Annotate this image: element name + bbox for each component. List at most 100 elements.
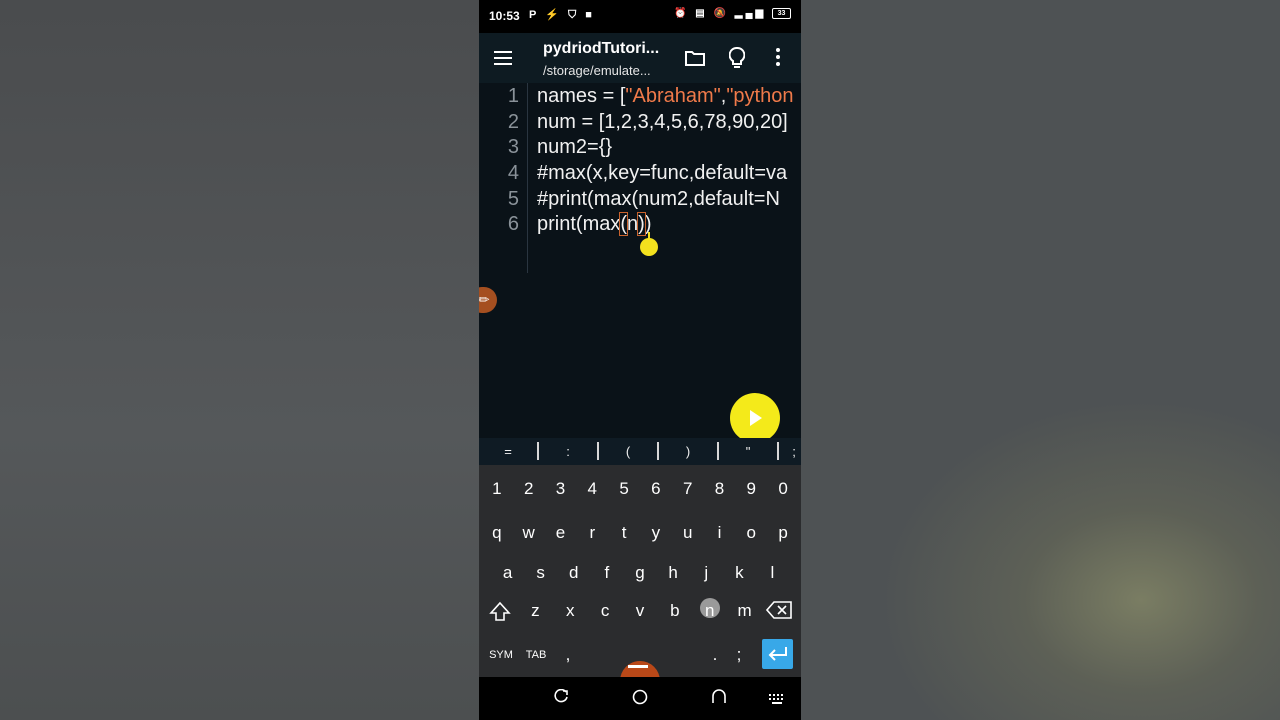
key-pressed[interactable]: n	[695, 598, 725, 628]
key[interactable]: f	[592, 563, 622, 583]
home-icon[interactable]	[632, 689, 648, 710]
symbol-key[interactable]: :	[539, 438, 597, 465]
semicolon-key[interactable]: ;	[727, 645, 751, 665]
status-time: 10:53	[489, 9, 520, 23]
matched-bracket: )	[637, 212, 646, 236]
keyboard-row-middle: a s d f g h j k l	[479, 563, 801, 583]
code-line-1[interactable]: names = ["Abraham","python	[537, 85, 793, 108]
key[interactable]: h	[658, 563, 688, 583]
app-bar: pydriodTutori... /storage/emulate...	[479, 33, 801, 83]
file-title: pydriodTutori...	[543, 40, 660, 57]
gutter-divider	[527, 83, 528, 273]
recent-apps-icon[interactable]	[553, 688, 569, 710]
key[interactable]: p	[768, 523, 798, 543]
pencil-icon: ✎	[479, 290, 494, 309]
code-line-6[interactable]: print(max(n))	[537, 212, 652, 236]
background-left	[0, 0, 479, 720]
background-right	[801, 0, 1280, 720]
code-text: names = [	[537, 85, 626, 107]
line-number: 2	[507, 111, 519, 133]
line-number: 6	[507, 213, 519, 235]
string-literal: "Abraham"	[625, 85, 721, 107]
comma-key[interactable]: ,	[553, 645, 583, 665]
key[interactable]: 2	[514, 479, 544, 499]
symbol-bar: = : ( ) " ;	[479, 438, 801, 465]
mute-icon: 🔕	[713, 8, 729, 20]
key[interactable]: s	[526, 563, 556, 583]
edit-pencil-tab[interactable]: ✎	[479, 287, 497, 313]
key[interactable]: v	[625, 601, 655, 628]
folder-icon[interactable]	[685, 50, 705, 71]
key[interactable]: 3	[545, 479, 575, 499]
key[interactable]: 6	[641, 479, 671, 499]
run-button[interactable]	[730, 393, 780, 443]
key[interactable]: g	[625, 563, 655, 583]
key[interactable]: z	[520, 601, 550, 628]
line-number: 3	[507, 136, 519, 158]
key[interactable]: i	[704, 523, 734, 543]
code-line-2[interactable]: num = [1,2,3,4,5,6,78,90,20]	[537, 111, 788, 134]
backspace-key[interactable]	[764, 601, 794, 628]
code-text: n	[627, 213, 639, 235]
symbol-key[interactable]: )	[659, 438, 717, 465]
key[interactable]: 7	[673, 479, 703, 499]
phone-screen: 10:53 P ⚡ ⛉ ■ ⏰ ▤ 🔕 ▂▄▆ 33 pydriodTutori…	[479, 0, 801, 720]
file-path: /storage/emulate...	[543, 63, 651, 78]
key[interactable]: j	[691, 563, 721, 583]
symbol-key[interactable]: (	[599, 438, 657, 465]
line-number: 1	[507, 85, 519, 107]
keyboard-switch-icon[interactable]	[769, 692, 785, 710]
backspace-icon	[766, 601, 793, 619]
signal-icon: ▂▄▆	[734, 8, 767, 20]
key[interactable]: l	[757, 563, 787, 583]
shift-icon	[489, 601, 512, 621]
keyboard-row-numbers: 1 2 3 4 5 6 7 8 9 0	[479, 479, 801, 499]
battery-icon: 33	[772, 8, 791, 19]
status-bar: 10:53 P ⚡ ⛉ ■ ⏰ ▤ 🔕 ▂▄▆ 33	[479, 0, 801, 33]
alarm-icon: ⏰	[674, 8, 690, 20]
key[interactable]: x	[555, 601, 585, 628]
code-line-5-comment[interactable]: #print(max(num2,default=N	[537, 188, 780, 211]
key[interactable]: r	[577, 523, 607, 543]
tab-key[interactable]: TAB	[519, 645, 553, 665]
key[interactable]: y	[641, 523, 671, 543]
enter-key[interactable]	[762, 639, 793, 669]
key[interactable]: 8	[704, 479, 734, 499]
key[interactable]: d	[559, 563, 589, 583]
key[interactable]: e	[545, 523, 575, 543]
key[interactable]: w	[514, 523, 544, 543]
back-icon[interactable]	[711, 689, 727, 710]
symbol-key[interactable]: "	[719, 438, 777, 465]
code-line-3[interactable]: num2={}	[537, 136, 612, 159]
key[interactable]: k	[724, 563, 754, 583]
key[interactable]: o	[736, 523, 766, 543]
key[interactable]: m	[730, 601, 760, 628]
key[interactable]: 1	[482, 479, 512, 499]
play-icon	[750, 410, 762, 426]
sym-key[interactable]: SYM	[484, 645, 518, 665]
shift-key[interactable]	[485, 601, 515, 628]
key[interactable]: 4	[577, 479, 607, 499]
key[interactable]: c	[590, 601, 620, 628]
key[interactable]: b	[660, 601, 690, 628]
key-label: n	[704, 601, 715, 620]
key[interactable]: a	[493, 563, 523, 583]
text-cursor-handle[interactable]	[640, 238, 658, 256]
key[interactable]: q	[482, 523, 512, 543]
hamburger-menu-icon[interactable]	[494, 51, 512, 65]
period-key[interactable]: .	[703, 645, 727, 665]
code-line-4-comment[interactable]: #max(x,key=func,default=va	[537, 162, 787, 185]
key[interactable]: 9	[736, 479, 766, 499]
key[interactable]: 5	[609, 479, 639, 499]
symbol-key[interactable]: ;	[779, 438, 801, 465]
notification-icons: P ⚡ ⛉ ■	[529, 9, 595, 21]
code-editor[interactable]: 1 2 3 4 5 6 names = ["Abraham","python n…	[479, 83, 801, 443]
symbol-key[interactable]: =	[479, 438, 537, 465]
code-text: print(max	[537, 213, 621, 235]
key[interactable]: u	[673, 523, 703, 543]
more-options-icon[interactable]	[776, 48, 780, 69]
lightbulb-icon[interactable]	[728, 47, 746, 74]
key[interactable]: 0	[768, 479, 798, 499]
key[interactable]: t	[609, 523, 639, 543]
cast-icon: ▤	[695, 8, 708, 20]
